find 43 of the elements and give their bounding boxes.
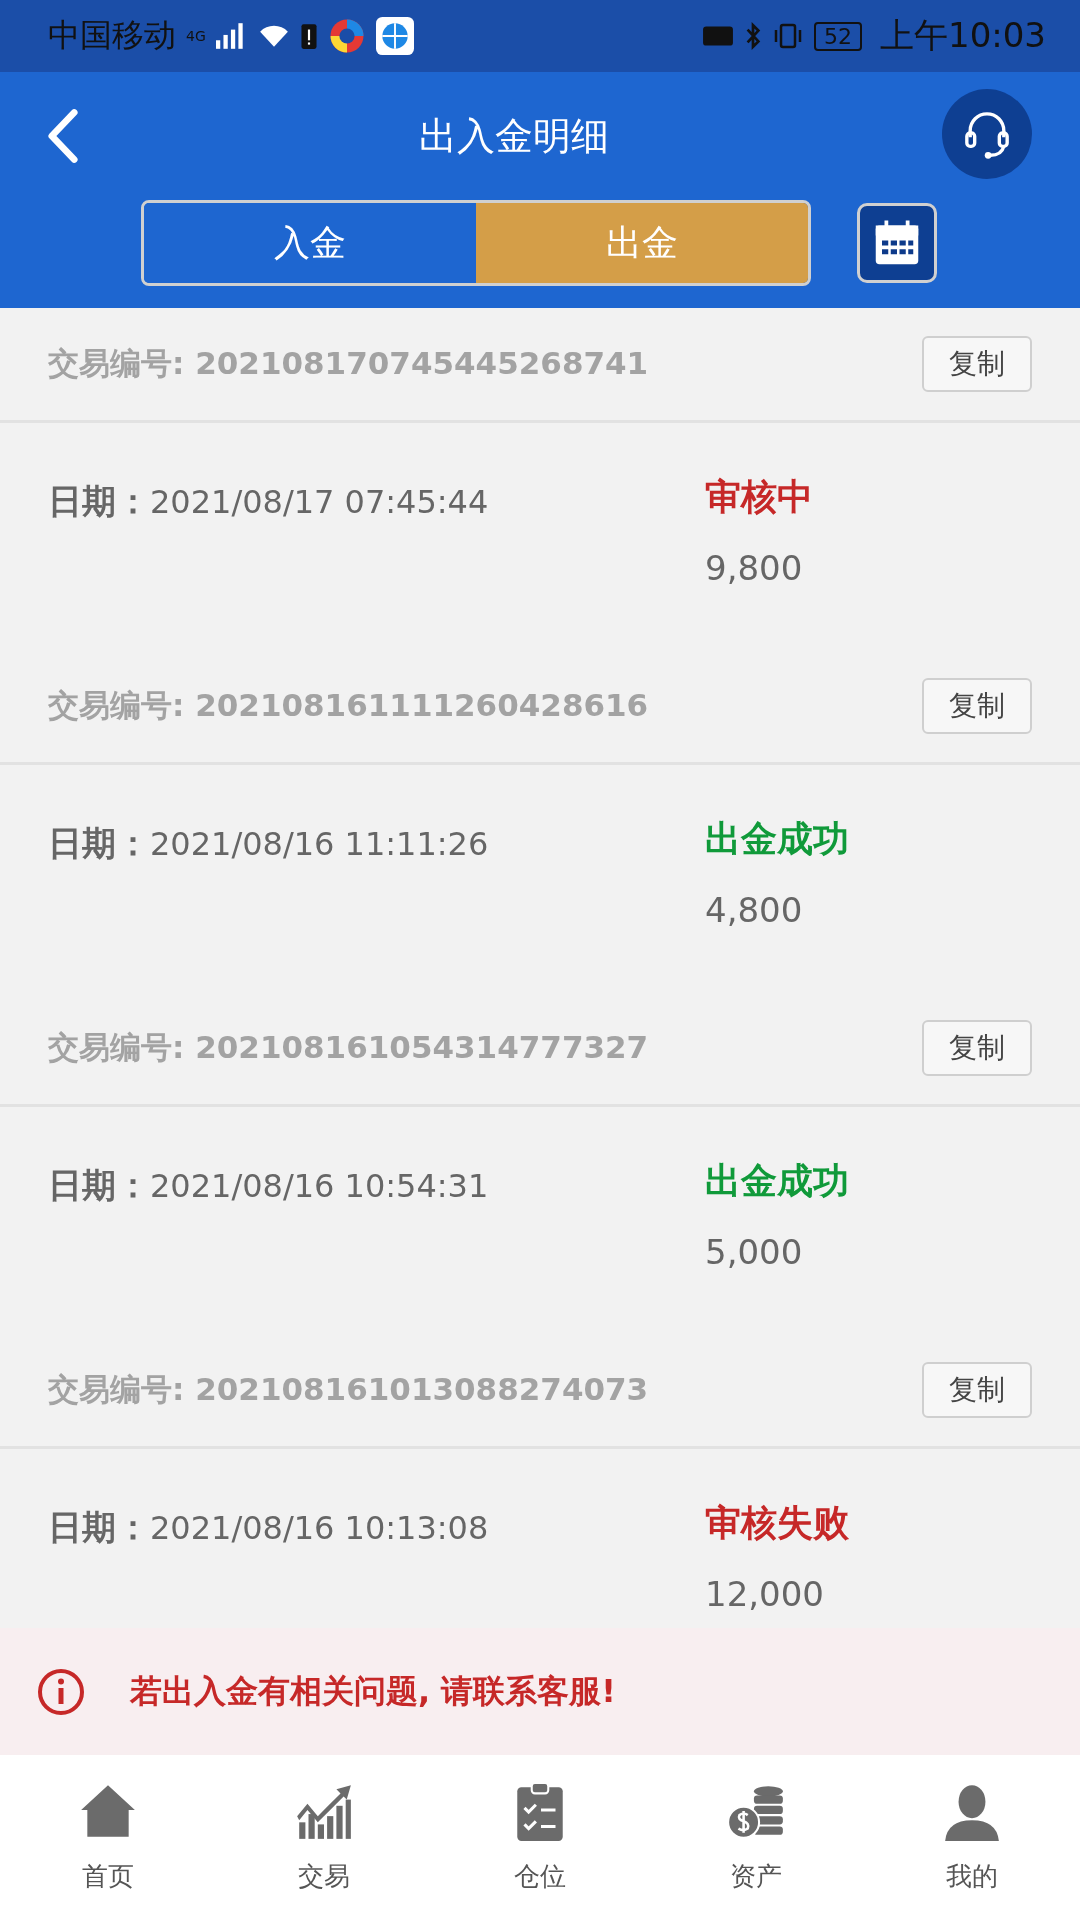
copy-button[interactable]: 复制 <box>922 1020 1032 1076</box>
battery-icon: 52 <box>814 21 862 51</box>
copy-button[interactable]: 复制 <box>922 1362 1032 1418</box>
date-label: 日期： <box>48 1164 150 1207</box>
nav-item[interactable]: 仓位 <box>432 1755 648 1920</box>
status-label: 审核失败 <box>705 1501 849 1545</box>
transaction-number: 交易编号: 202108161111260428616 <box>48 686 649 725</box>
page-title: 出入金明细 <box>419 112 609 160</box>
status-label: 审核中 <box>705 475 813 519</box>
status-label: 出金成功 <box>705 817 849 861</box>
back-icon <box>46 108 80 164</box>
copy-button[interactable]: 复制 <box>922 678 1032 734</box>
globe-icon <box>375 17 414 55</box>
transaction-number: 交易编号: 202108161054314777327 <box>48 1028 649 1067</box>
bluetooth-icon <box>744 22 762 50</box>
clock-time: 上午10:03 <box>880 14 1046 57</box>
calendar-button[interactable] <box>857 203 937 283</box>
date-value: 2021/08/16 10:54:31 <box>150 1167 489 1205</box>
transaction-number: 交易编号: 202108170745445268741 <box>48 344 649 383</box>
date-label: 日期： <box>48 1506 150 1549</box>
nav-item[interactable]: 交易 <box>216 1755 432 1920</box>
copy-button[interactable]: 复制 <box>922 336 1032 392</box>
carrier-name: 中国移动 <box>48 15 176 56</box>
date-value: 2021/08/17 07:45:44 <box>150 483 489 521</box>
notice-text: 若出入金有相关问题, 请联系客服! <box>130 1670 616 1712</box>
vibrate-icon <box>772 23 804 49</box>
status-label: 出金成功 <box>705 1159 849 1203</box>
date-label: 日期： <box>48 822 150 865</box>
nav-item[interactable]: 我的 <box>864 1755 1080 1920</box>
date-value: 2021/08/16 10:13:08 <box>150 1509 489 1547</box>
transaction-number: 交易编号: 202108161013088274073 <box>48 1370 649 1409</box>
amount-value: 12,000 <box>705 1574 825 1614</box>
wifi-icon <box>257 23 290 49</box>
amount-value: 9,800 <box>705 548 804 588</box>
date-value: 2021/08/16 11:11:26 <box>150 825 489 863</box>
date-label: 日期： <box>48 480 150 523</box>
amount-value: 4,800 <box>705 890 804 930</box>
amount-value: 5,000 <box>705 1232 804 1272</box>
alert-icon <box>299 22 318 50</box>
info-icon <box>36 1666 86 1717</box>
network-type: 4G <box>186 28 206 44</box>
nav-item[interactable]: 资产 <box>648 1755 864 1920</box>
nav-item[interactable]: 首页 <box>0 1755 216 1920</box>
